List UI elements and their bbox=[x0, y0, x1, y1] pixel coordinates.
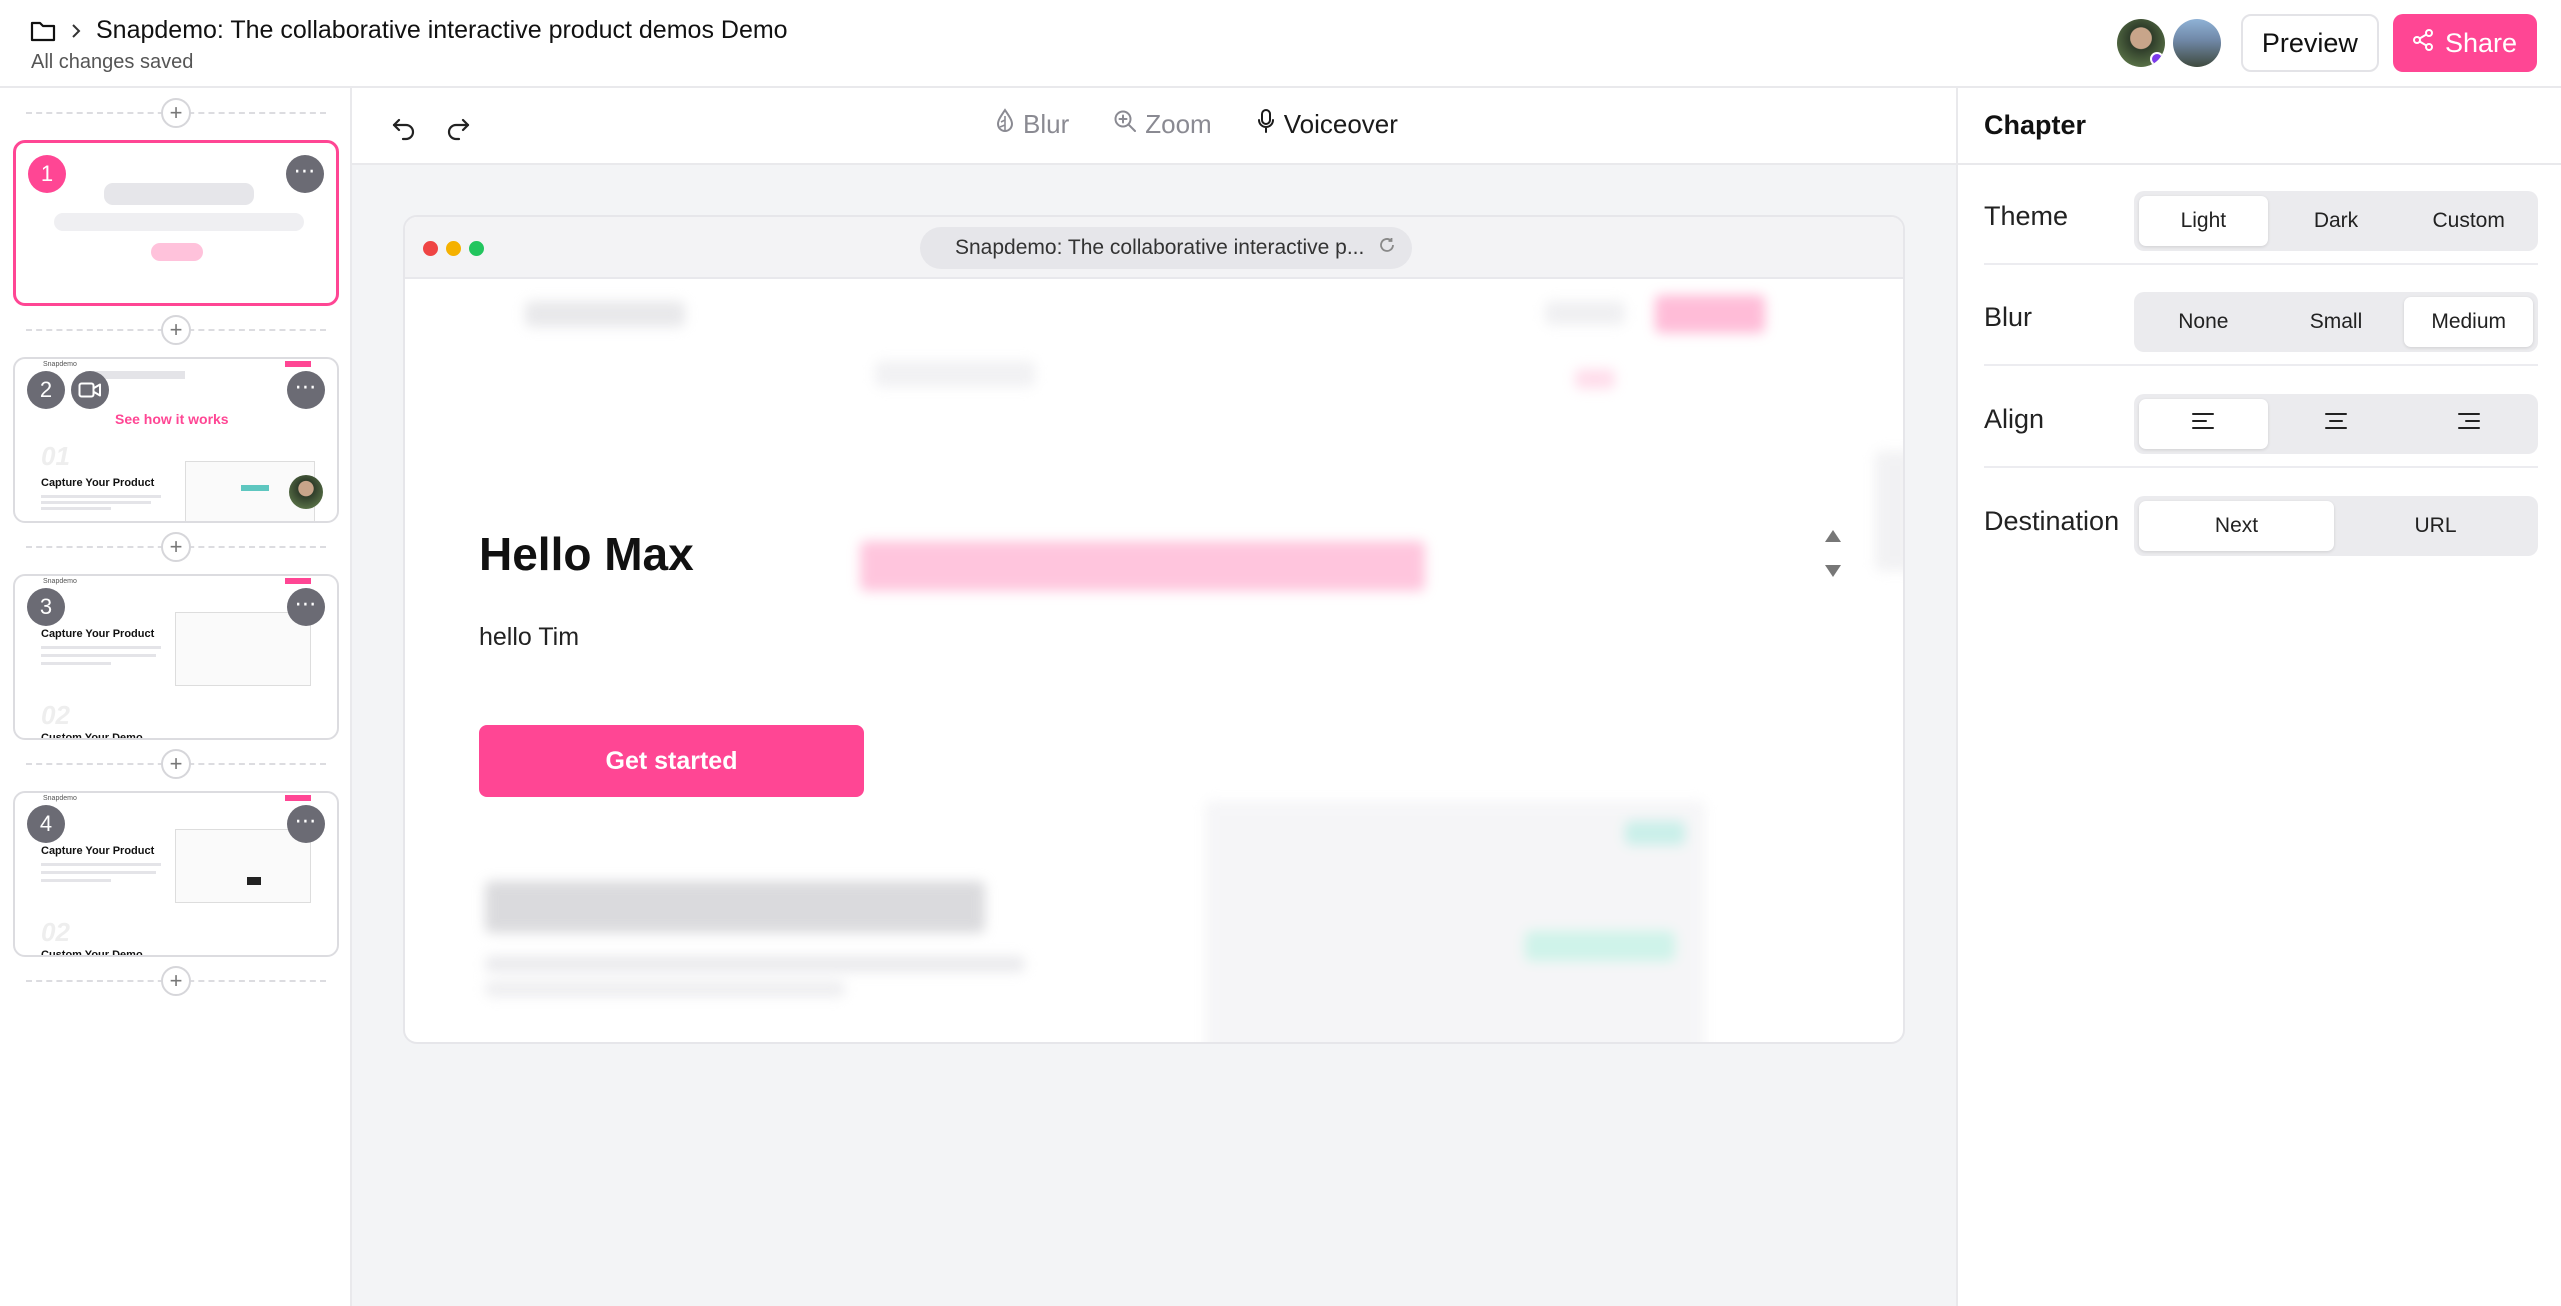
avatar[interactable] bbox=[2116, 19, 2165, 67]
redo-icon[interactable] bbox=[444, 114, 472, 142]
skeleton-button bbox=[151, 243, 203, 261]
blur-option-none[interactable]: None bbox=[2139, 297, 2268, 347]
slide-thumbnail-1[interactable]: 1 ⋯ bbox=[13, 140, 339, 306]
blur-option-medium[interactable]: Medium bbox=[2404, 297, 2534, 347]
video-camera-icon[interactable] bbox=[71, 371, 109, 409]
destination-option-url[interactable]: URL bbox=[2338, 501, 2533, 551]
theme-option-custom[interactable]: Custom bbox=[2404, 196, 2533, 246]
align-center-icon bbox=[2325, 412, 2347, 436]
document-title[interactable]: Snapdemo: The collaborative interactive … bbox=[96, 16, 788, 45]
more-options-button[interactable]: ⋯ bbox=[287, 371, 325, 409]
align-label: Align bbox=[1984, 404, 2045, 434]
window-controls bbox=[423, 241, 484, 256]
microphone-icon bbox=[1256, 108, 1276, 141]
slides-sidebar: + 1 ⋯ + Snapdemo See how it works 01 Cap… bbox=[0, 88, 352, 1306]
blur-label: Blur bbox=[1984, 302, 2033, 332]
share-button[interactable]: Share bbox=[2392, 14, 2537, 72]
slide-thumbnail-4[interactable]: Snapdemo Capture Your Product 02 Custom … bbox=[13, 791, 339, 957]
blur-option-small[interactable]: Small bbox=[2272, 297, 2401, 347]
reload-icon bbox=[1378, 236, 1396, 260]
chapter-text[interactable]: hello Tim bbox=[479, 623, 579, 652]
align-left-option[interactable] bbox=[2139, 399, 2268, 449]
chevron-right-icon bbox=[70, 23, 82, 39]
align-setting: Align bbox=[1984, 368, 2538, 468]
align-center-option[interactable] bbox=[2272, 399, 2401, 449]
blurred-background-page bbox=[405, 281, 1903, 1042]
more-options-button[interactable]: ⋯ bbox=[287, 805, 325, 843]
insert-slide-row: + bbox=[26, 532, 326, 562]
blur-segmented-control: None Small Medium bbox=[2134, 292, 2538, 352]
avatar[interactable] bbox=[2172, 19, 2221, 67]
theme-option-light[interactable]: Light bbox=[2139, 196, 2268, 246]
position-arrows bbox=[1824, 529, 1842, 583]
slide-number: 4 bbox=[27, 805, 65, 843]
triangle-up-icon[interactable] bbox=[1824, 529, 1842, 548]
align-left-icon bbox=[2192, 412, 2215, 436]
theme-setting: Theme Light Dark Custom bbox=[1984, 165, 2538, 265]
slide-thumbnail-3[interactable]: Snapdemo Capture Your Product 02 Custom … bbox=[13, 574, 339, 740]
voiceover-avatar bbox=[289, 475, 323, 509]
chapter-settings-panel: Chapter Theme Light Dark Custom Blur Non… bbox=[1956, 88, 2561, 1306]
save-status: All changes saved bbox=[31, 51, 194, 73]
add-slide-button[interactable]: + bbox=[161, 749, 191, 779]
browser-bar: Snapdemo: The collaborative interactive … bbox=[405, 217, 1903, 279]
share-label: Share bbox=[2444, 27, 2517, 58]
skeleton-text bbox=[54, 213, 304, 231]
slide-thumbnail-2[interactable]: Snapdemo See how it works 01 Capture You… bbox=[13, 357, 339, 523]
share-icon bbox=[2411, 28, 2435, 59]
droplet-icon bbox=[995, 108, 1015, 141]
insert-slide-row: + bbox=[26, 749, 326, 779]
theme-option-dark[interactable]: Dark bbox=[2272, 196, 2401, 246]
add-slide-button[interactable]: + bbox=[161, 98, 191, 128]
destination-option-next[interactable]: Next bbox=[2139, 501, 2334, 551]
align-right-icon bbox=[2457, 412, 2480, 436]
folder-icon[interactable] bbox=[30, 20, 56, 42]
voiceover-tool-button[interactable]: Voiceover bbox=[1256, 108, 1398, 141]
undo-icon[interactable] bbox=[390, 114, 418, 142]
add-slide-button[interactable]: + bbox=[161, 966, 191, 996]
triangle-down-icon[interactable] bbox=[1824, 564, 1842, 583]
more-options-button[interactable]: ⋯ bbox=[287, 588, 325, 626]
browser-frame: Snapdemo: The collaborative interactive … bbox=[403, 215, 1905, 1044]
insert-slide-row: + bbox=[26, 315, 326, 345]
editor-toolbar: Blur Zoom Voiceover bbox=[352, 88, 1956, 165]
zoom-in-icon bbox=[1113, 109, 1137, 140]
align-segmented-control bbox=[2134, 394, 2538, 454]
insert-slide-row: + bbox=[26, 966, 326, 996]
skeleton-title bbox=[104, 183, 254, 205]
top-header: Snapdemo: The collaborative interactive … bbox=[0, 0, 2561, 88]
destination-setting: Destination Next URL bbox=[1984, 470, 2538, 570]
add-slide-button[interactable]: + bbox=[161, 315, 191, 345]
slide-number: 1 bbox=[28, 155, 66, 193]
blur-setting: Blur None Small Medium bbox=[1984, 266, 2538, 366]
address-bar: Snapdemo: The collaborative interactive … bbox=[920, 227, 1412, 269]
add-slide-button[interactable]: + bbox=[161, 532, 191, 562]
destination-label: Destination bbox=[1984, 506, 2120, 536]
zoom-tool-button[interactable]: Zoom bbox=[1113, 109, 1212, 140]
panel-title: Chapter bbox=[1958, 88, 2561, 165]
theme-label: Theme bbox=[1984, 201, 2069, 231]
insert-slide-row: + bbox=[26, 98, 326, 128]
destination-segmented-control: Next URL bbox=[2134, 496, 2538, 556]
editor-canvas: Snapdemo: The collaborative interactive … bbox=[352, 165, 1956, 1306]
get-started-button[interactable]: Get started bbox=[479, 725, 864, 797]
more-options-button[interactable]: ⋯ bbox=[286, 155, 324, 193]
preview-button[interactable]: Preview bbox=[2240, 14, 2379, 72]
slide-number: 3 bbox=[27, 588, 65, 626]
breadcrumb: Snapdemo: The collaborative interactive … bbox=[30, 16, 788, 45]
align-right-option[interactable] bbox=[2404, 399, 2533, 449]
theme-segmented-control: Light Dark Custom bbox=[2134, 191, 2538, 251]
blur-tool-button[interactable]: Blur bbox=[995, 108, 1069, 141]
slide-number: 2 bbox=[27, 371, 65, 409]
online-status-dot bbox=[2149, 52, 2164, 66]
chapter-heading[interactable]: Hello Max bbox=[479, 527, 694, 581]
